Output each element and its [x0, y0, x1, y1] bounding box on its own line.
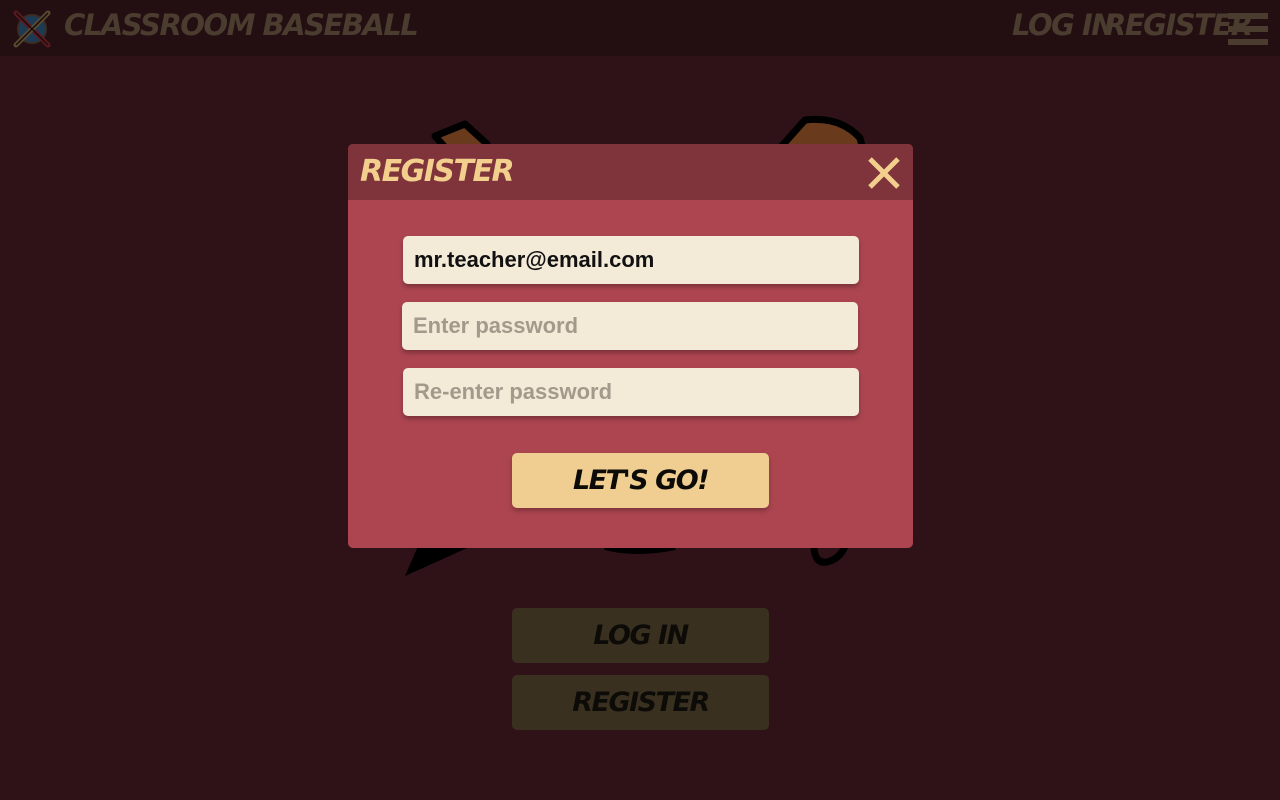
- page: Classroom Baseball Log In Register Log I…: [0, 0, 1280, 800]
- register-modal: Register Let's Go!: [348, 144, 913, 548]
- hamburger-menu-icon[interactable]: [1228, 13, 1268, 45]
- top-nav-bar: Classroom Baseball Log In Register: [0, 0, 1280, 56]
- lets-go-button[interactable]: Let's Go!: [512, 453, 769, 508]
- email-field[interactable]: [403, 236, 859, 284]
- register-button[interactable]: Register: [512, 675, 769, 730]
- close-icon[interactable]: [864, 153, 904, 193]
- brand-title[interactable]: Classroom Baseball: [64, 8, 419, 42]
- crossed-bats-logo-icon[interactable]: [12, 9, 52, 49]
- password-field[interactable]: [402, 302, 858, 350]
- modal-header: Register: [348, 144, 913, 200]
- confirm-password-field[interactable]: [403, 368, 859, 416]
- modal-title: Register: [360, 154, 515, 189]
- login-button[interactable]: Log In: [512, 608, 769, 663]
- nav-login-link[interactable]: Log In: [1012, 8, 1116, 42]
